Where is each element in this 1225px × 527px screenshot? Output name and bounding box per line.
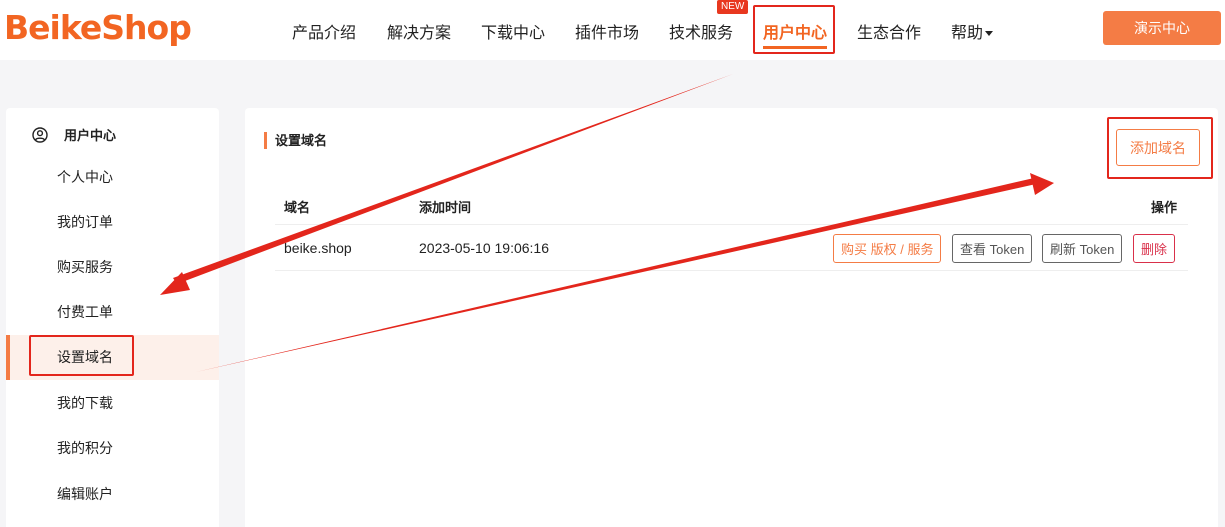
arrow-to-add-button [196, 178, 1036, 372]
arrow-to-add-button-head [1030, 173, 1054, 195]
annotation-arrows [160, 74, 1054, 372]
arrow-to-sidebar [173, 74, 733, 284]
